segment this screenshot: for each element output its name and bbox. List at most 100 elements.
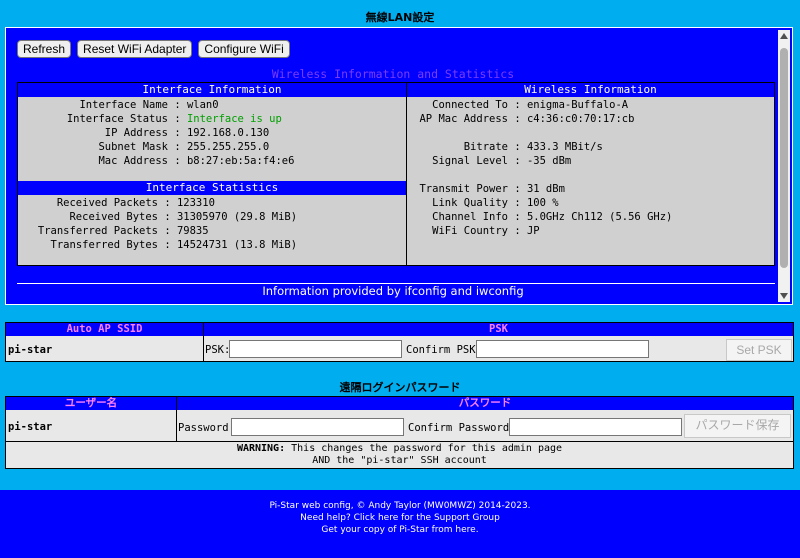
get-pistar-link[interactable]: Get your copy of Pi-Star from here. — [0, 524, 800, 536]
wifi-button-row: Refresh Reset WiFi Adapter Configure WiF… — [17, 40, 290, 58]
support-group-link[interactable]: Need help? Click here for the Support Gr… — [0, 512, 800, 524]
wireless-stats-heading: Wireless Information and Statistics — [271, 67, 515, 81]
info-value: c4:36:c0:70:17:cb — [526, 113, 635, 125]
info-key: Bitrate — [463, 141, 508, 153]
info-row: Transferred Packets : 79835 — [18, 224, 209, 238]
password-header: パスワード — [177, 397, 793, 410]
separator: : — [508, 197, 527, 209]
separator: : — [508, 113, 527, 125]
wifi-iframe-content: Refresh Reset WiFi Adapter Configure WiF… — [8, 30, 778, 302]
info-key: Transferred Packets — [37, 225, 158, 237]
info-row: AP Mac Address : c4:36:c0:70:17:cb — [411, 112, 634, 126]
username-header: ユーザー名 — [6, 397, 176, 410]
info-value: 5.0GHz Ch112 (5.56 GHz) — [526, 211, 673, 223]
scroll-up-icon[interactable] — [780, 33, 788, 39]
info-value: 192.168.0.130 — [186, 127, 270, 139]
separator: : — [168, 99, 187, 111]
info-value: b8:27:eb:5a:f4:e6 — [186, 155, 295, 167]
info-row: Mac Address : b8:27:eb:5a:f4:e6 — [18, 154, 294, 168]
username-value: pi-star — [8, 421, 53, 433]
separator: : — [508, 141, 527, 153]
info-row: Interface Status : Interface is up — [18, 112, 282, 126]
auto-ap-ssid-header: Auto AP SSID — [6, 323, 203, 336]
info-key: Transmit Power — [419, 183, 508, 195]
row-divider — [6, 441, 793, 442]
info-row: Signal Level : -35 dBm — [411, 154, 571, 168]
separator: : — [158, 211, 177, 223]
info-row: Transmit Power : 31 dBm — [411, 182, 565, 196]
ssid-value: pi-star — [8, 344, 53, 356]
info-key: Channel Info — [432, 211, 508, 223]
separator: : — [158, 197, 177, 209]
info-value: 31305970 (29.8 MiB) — [176, 211, 298, 223]
password-section-title: 遠隔ログインパスワード — [339, 381, 461, 394]
info-key: Interface Name — [79, 99, 168, 111]
password-input[interactable] — [231, 418, 404, 436]
wifi-panel: Refresh Reset WiFi Adapter Configure WiF… — [5, 27, 793, 305]
info-key: Connected To — [432, 99, 508, 111]
info-value: 100 % — [526, 197, 559, 209]
password-label: Password: — [178, 422, 235, 434]
wifi-section-title: 無線LAN設定 — [365, 11, 435, 24]
wifi-panel-scrollbar[interactable] — [778, 30, 790, 302]
set-psk-button[interactable]: Set PSK — [726, 339, 792, 361]
refresh-button[interactable]: Refresh — [17, 40, 72, 58]
page-footer: Pi-Star web config, © Andy Taylor (MW0MW… — [0, 490, 800, 558]
scroll-thumb[interactable] — [780, 48, 788, 268]
info-value: 123310 — [176, 197, 215, 209]
separator: : — [168, 155, 187, 167]
info-value: 255.255.255.0 — [186, 141, 270, 153]
info-key: IP Address — [104, 127, 168, 139]
reset-wifi-adapter-button[interactable]: Reset WiFi Adapter — [77, 40, 193, 58]
interface-info-header: Interface Information — [18, 83, 406, 97]
psk-header: PSK — [204, 323, 793, 336]
confirm-psk-input[interactable] — [476, 340, 649, 358]
wireless-info-table: Interface Information Wireless Informati… — [17, 82, 775, 266]
psk-label: PSK: — [205, 344, 231, 356]
separator: : — [508, 225, 527, 237]
info-row: Transferred Bytes : 14524731 (13.8 MiB) — [18, 238, 298, 252]
confirm-password-input[interactable] — [509, 418, 682, 436]
auto-ap-table: Auto AP SSID PSK pi-star PSK: Confirm PS… — [5, 322, 794, 362]
info-value: Interface is up — [186, 113, 282, 125]
column-divider — [406, 83, 407, 265]
interface-stats-header: Interface Statistics — [18, 181, 406, 195]
separator: : — [508, 155, 527, 167]
save-password-button[interactable]: パスワード保存 — [684, 414, 791, 438]
separator: : — [168, 113, 187, 125]
info-value: 79835 — [176, 225, 209, 237]
info-row: Subnet Mask : 255.255.255.0 — [18, 140, 269, 154]
info-value: 14524731 (13.8 MiB) — [176, 239, 298, 251]
scroll-down-icon[interactable] — [780, 293, 788, 299]
warning-text-line2: AND the "pi-star" SSH account — [312, 455, 487, 466]
info-row: Received Bytes : 31305970 (29.8 MiB) — [18, 210, 297, 224]
info-source-note: Information provided by ifconfig and iwc… — [262, 284, 524, 298]
psk-input[interactable] — [229, 340, 402, 358]
info-row: Connected To : enigma-Buffalo-A — [411, 98, 628, 112]
separator: : — [158, 225, 177, 237]
column-divider — [176, 397, 177, 441]
separator: : — [168, 127, 187, 139]
copyright-text: Pi-Star web config, © Andy Taylor (MW0MW… — [269, 501, 531, 511]
info-value: enigma-Buffalo-A — [526, 99, 629, 111]
info-key: AP Mac Address — [419, 113, 508, 125]
info-row: Received Packets : 123310 — [18, 196, 215, 210]
info-value: wlan0 — [186, 99, 219, 111]
info-key: Subnet Mask — [98, 141, 168, 153]
info-row: Link Quality : 100 % — [411, 196, 559, 210]
configure-wifi-button[interactable]: Configure WiFi — [198, 40, 290, 58]
separator: : — [508, 99, 527, 111]
info-key: Mac Address — [98, 155, 168, 167]
wireless-info-header: Wireless Information — [407, 83, 774, 97]
info-key: Interface Status — [66, 113, 168, 125]
separator: : — [158, 239, 177, 251]
info-key: Signal Level — [432, 155, 508, 167]
password-table: ユーザー名 パスワード pi-star Password: Confirm Pa… — [5, 396, 794, 469]
info-key: WiFi Country — [432, 225, 508, 237]
warning-text: This changes the password for this admin… — [285, 443, 563, 454]
warning-note: WARNING: This changes the password for t… — [6, 443, 793, 467]
info-key: Transferred Bytes — [50, 239, 158, 251]
warning-label: WARNING: — [236, 443, 286, 454]
info-key: Link Quality — [432, 197, 508, 209]
info-value: 31 dBm — [526, 183, 565, 195]
